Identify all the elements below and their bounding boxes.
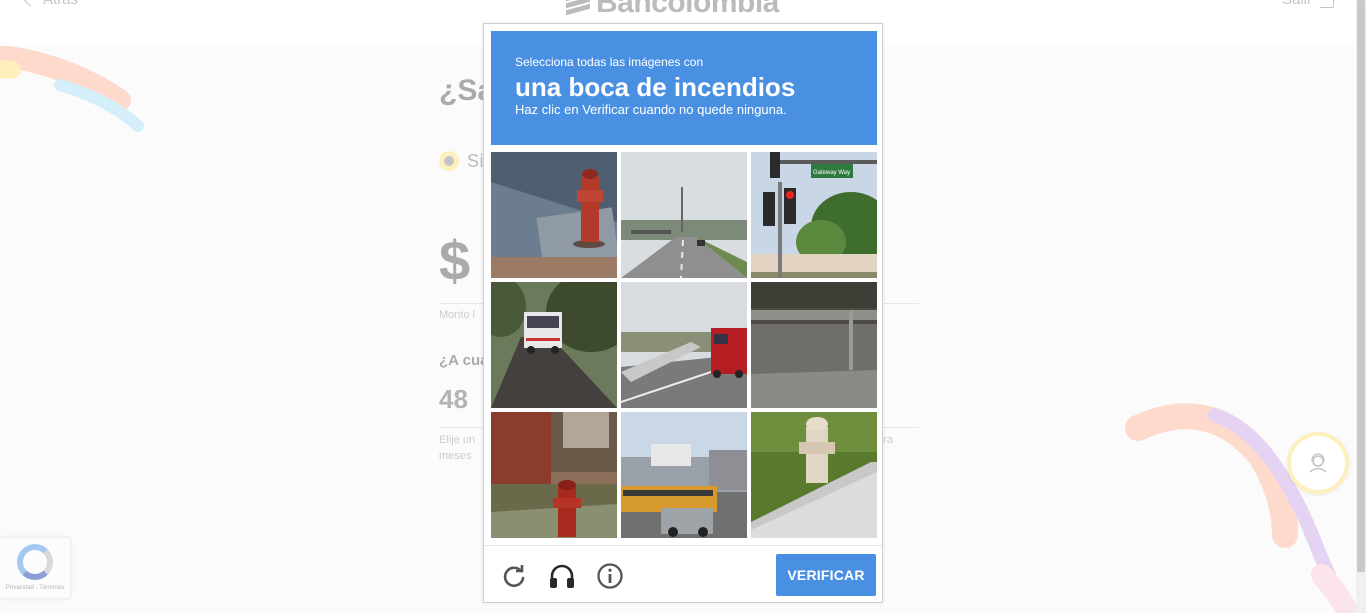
captcha-tile-7[interactable] bbox=[491, 412, 617, 538]
svg-text:Gateway Way: Gateway Way bbox=[813, 170, 850, 176]
captcha-tile-6[interactable] bbox=[751, 282, 877, 408]
page-scrollbar[interactable] bbox=[1356, 0, 1366, 613]
captcha-instructions: Selecciona todas las imágenes con una bo… bbox=[491, 31, 877, 145]
headphones-icon bbox=[550, 564, 574, 588]
captcha-tile-5[interactable] bbox=[621, 282, 747, 408]
verify-button[interactable]: VERIFICAR bbox=[776, 554, 876, 596]
scrollbar-thumb[interactable] bbox=[1357, 0, 1365, 572]
info-icon bbox=[597, 563, 623, 589]
captcha-tile-2[interactable] bbox=[621, 152, 747, 278]
captcha-tile-4[interactable] bbox=[491, 282, 617, 408]
captcha-tile-8[interactable] bbox=[621, 412, 747, 538]
captcha-instruction-sub: Haz clic en Verificar cuando no quede ni… bbox=[515, 102, 787, 117]
captcha-challenge: Selecciona todas las imágenes con una bo… bbox=[483, 23, 883, 603]
captcha-tile-1[interactable] bbox=[491, 152, 617, 278]
captcha-tile-3[interactable]: Gateway Way bbox=[751, 152, 877, 278]
captcha-footer-divider bbox=[484, 545, 882, 546]
reload-icon bbox=[503, 565, 525, 588]
help-button[interactable] bbox=[596, 562, 624, 590]
captcha-instruction-small: Selecciona todas las imágenes con bbox=[515, 55, 704, 69]
captcha-target: una boca de incendios bbox=[515, 72, 796, 102]
captcha-tile-9[interactable] bbox=[751, 412, 877, 538]
audio-challenge-button[interactable] bbox=[548, 562, 576, 590]
reload-button[interactable] bbox=[500, 562, 528, 590]
captcha-image-grid: Gateway Way bbox=[491, 152, 877, 538]
